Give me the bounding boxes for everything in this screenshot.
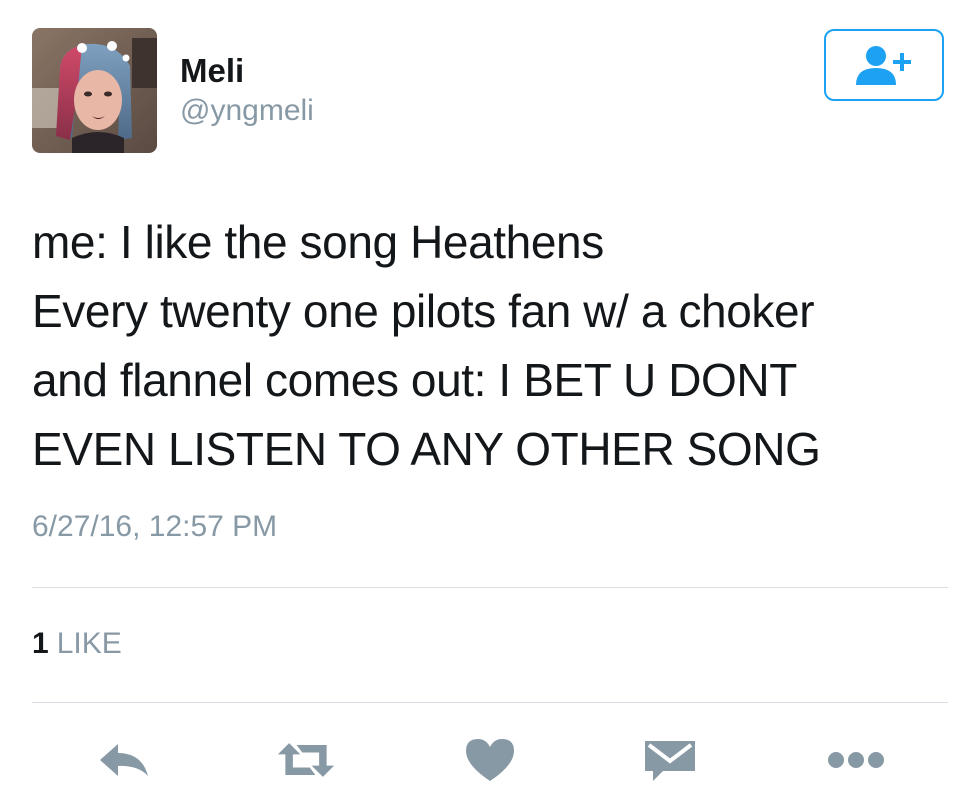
- reply-icon: [100, 744, 148, 776]
- tweet-text: me: I like the song Heathens Every twent…: [32, 208, 952, 484]
- tweet-line: EVEN LISTEN TO ANY OTHER SONG: [32, 423, 821, 475]
- more-button[interactable]: [826, 735, 886, 785]
- likes-label: LIKE: [56, 627, 122, 660]
- tweet-line: and flannel comes out: I BET U DONT: [32, 354, 797, 406]
- like-stats[interactable]: 1 LIKE: [32, 627, 122, 661]
- reply-button[interactable]: [94, 735, 154, 785]
- direct-message-button[interactable]: [640, 735, 700, 785]
- retweet-icon: [277, 743, 335, 777]
- more-icon: [828, 752, 884, 768]
- likes-count: 1: [32, 627, 49, 660]
- avatar[interactable]: [32, 28, 157, 153]
- add-user-icon: [856, 46, 911, 85]
- follow-button[interactable]: [824, 29, 944, 101]
- user-handle[interactable]: @yngmeli: [180, 94, 314, 128]
- divider: [32, 702, 948, 703]
- tweet-timestamp[interactable]: 6/27/16, 12:57 PM: [32, 510, 277, 544]
- retweet-button[interactable]: [276, 735, 336, 785]
- divider: [32, 587, 948, 588]
- like-button[interactable]: [460, 735, 520, 785]
- display-name[interactable]: Meli: [180, 52, 244, 90]
- tweet-line: Every twenty one pilots fan w/ a choker: [32, 285, 815, 337]
- heart-icon: [466, 739, 514, 781]
- tweet-line: me: I like the song Heathens: [32, 216, 604, 268]
- avatar-image: [32, 28, 157, 153]
- direct-message-icon: [645, 741, 695, 781]
